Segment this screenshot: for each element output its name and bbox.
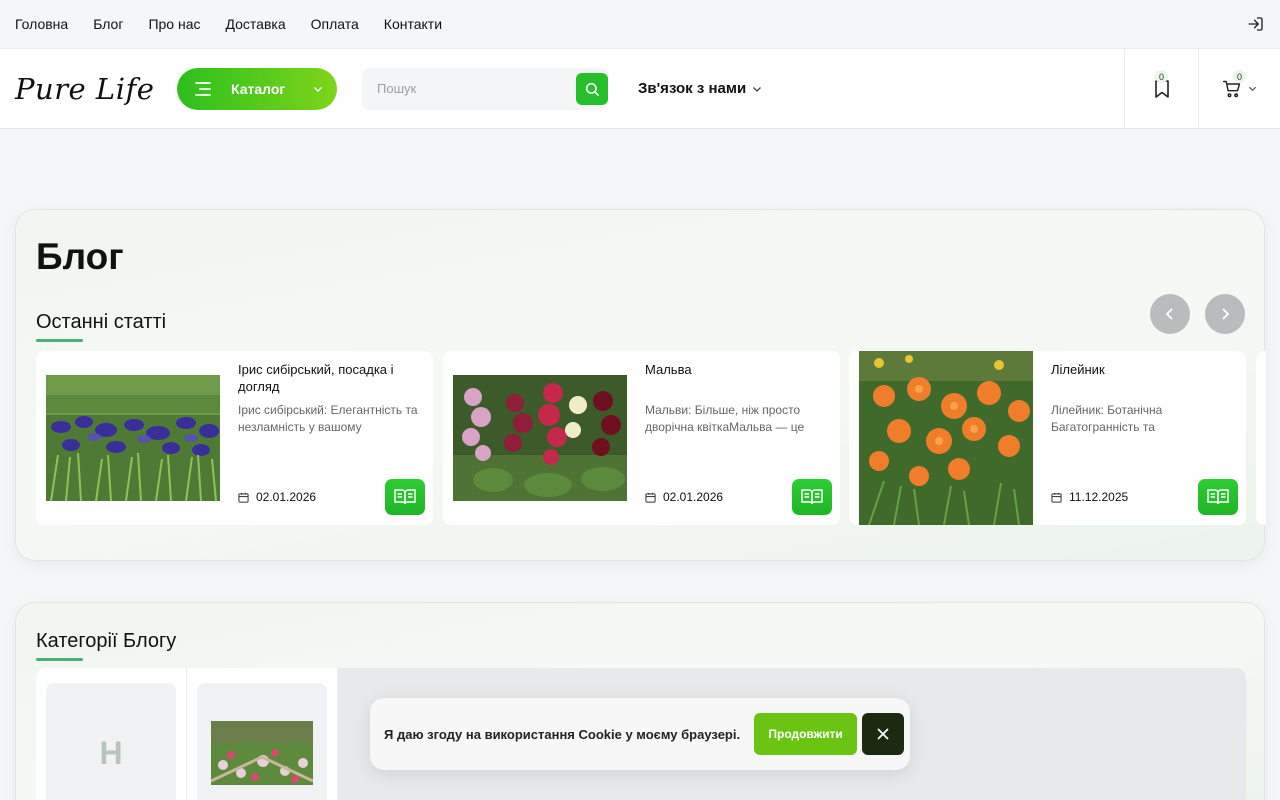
category-item[interactable]: Н [36, 668, 187, 800]
article-excerpt: Лілейник: Ботанічна Багатогранність та [1051, 403, 1163, 434]
calendar-icon [1051, 492, 1062, 503]
open-book-icon [394, 489, 416, 505]
category-placeholder-image[interactable]: Н [46, 683, 176, 800]
article-date-text: 02.01.2026 [256, 490, 317, 504]
article-excerpt: Мальви: Більше, ніж просто дворічна квіт… [645, 403, 805, 434]
chevron-down-icon [314, 86, 322, 92]
nav-contacts[interactable]: Контакти [384, 16, 442, 32]
calendar-icon [238, 492, 249, 503]
close-icon [877, 728, 889, 740]
cookie-consent-text: Я даю згоду на використання Cookie у моє… [384, 726, 741, 742]
category-letter: Н [99, 734, 123, 771]
site-logo[interactable]: Pure Life [15, 72, 177, 106]
nav-delivery[interactable]: Доставка [226, 16, 286, 32]
open-book-icon [1207, 489, 1229, 505]
header-actions: 0 0 [1124, 49, 1280, 128]
latest-articles-title: Останні статті [36, 311, 167, 342]
category-image[interactable] [197, 683, 327, 800]
wishlist-count-badge: 0 [1155, 70, 1168, 83]
carousel-next-button[interactable] [1205, 294, 1245, 334]
article-date: 11.12.2025 [1051, 490, 1128, 504]
article-title[interactable]: Лілейник [1051, 361, 1236, 378]
catalog-button[interactable]: Каталог [177, 67, 337, 110]
article-card[interactable]: Мальва Мальви: Більше, ніж просто дворіч… [443, 351, 840, 525]
cookie-consent-banner: Я даю згоду на використання Cookie у моє… [370, 698, 910, 770]
search-box [362, 67, 608, 110]
cart-count-badge: 0 [1233, 70, 1246, 83]
top-navigation: Головна Блог Про нас Доставка Оплата Кон… [0, 0, 1280, 48]
cart-button[interactable]: 0 [1198, 49, 1280, 128]
article-image[interactable] [453, 375, 627, 501]
article-title[interactable]: Мальва [645, 361, 830, 378]
article-image[interactable] [859, 351, 1033, 525]
article-date-text: 11.12.2025 [1069, 490, 1129, 504]
search-button[interactable] [576, 72, 608, 105]
carousel-prev-button[interactable] [1150, 294, 1190, 334]
menu-icon [195, 81, 211, 96]
chevron-left-icon [1165, 308, 1173, 320]
page-title: Блог [36, 236, 124, 277]
nav-blog[interactable]: Блог [93, 16, 123, 32]
read-article-button[interactable] [385, 479, 425, 515]
nav-payment[interactable]: Оплата [311, 16, 359, 32]
chevron-down-icon [1248, 86, 1257, 92]
read-article-button[interactable] [1198, 479, 1238, 515]
contact-dropdown[interactable]: Зв'язок з нами [638, 80, 762, 97]
article-card[interactable] [1256, 351, 1266, 525]
calendar-icon [645, 492, 656, 503]
catalog-label: Каталог [231, 80, 286, 97]
article-date: 02.01.2026 [238, 490, 316, 504]
article-image[interactable] [46, 375, 220, 501]
open-book-icon [801, 489, 823, 505]
read-article-button[interactable] [792, 479, 832, 515]
search-icon [585, 82, 599, 96]
cookie-accept-button[interactable]: Продовжити [754, 713, 858, 755]
contact-label: Зв'язок з нами [638, 80, 747, 97]
chevron-down-icon [753, 86, 762, 92]
wishlist-button[interactable]: 0 [1124, 49, 1198, 128]
article-date-text: 02.01.2026 [663, 490, 724, 504]
article-excerpt: Ірис сибірський: Елегантність та незламн… [238, 403, 418, 434]
category-item[interactable] [187, 668, 338, 800]
login-icon[interactable] [1247, 15, 1265, 33]
search-input[interactable] [377, 81, 576, 96]
site-header: Pure Life Каталог Зв'язок з нами 0 0 [0, 48, 1280, 129]
article-card[interactable]: Ірис сибірський, посадка і догляд Ірис с… [36, 351, 433, 525]
cookie-close-button[interactable] [862, 713, 905, 755]
article-card[interactable]: Лілейник Лілейник: Ботанічна Багатогранн… [849, 351, 1246, 525]
categories-title: Категорії Блогу [36, 630, 177, 661]
nav-home[interactable]: Головна [15, 16, 68, 32]
articles-carousel: Ірис сибірський, посадка і догляд Ірис с… [36, 351, 1266, 525]
nav-about[interactable]: Про нас [148, 16, 200, 32]
chevron-right-icon [1222, 308, 1230, 320]
blog-section: Блог Останні статті Ірис сибірський, пос… [15, 209, 1266, 561]
article-date: 02.01.2026 [645, 490, 723, 504]
carousel-controls [1150, 294, 1245, 334]
article-title[interactable]: Ірис сибірський, посадка і догляд [238, 361, 423, 395]
